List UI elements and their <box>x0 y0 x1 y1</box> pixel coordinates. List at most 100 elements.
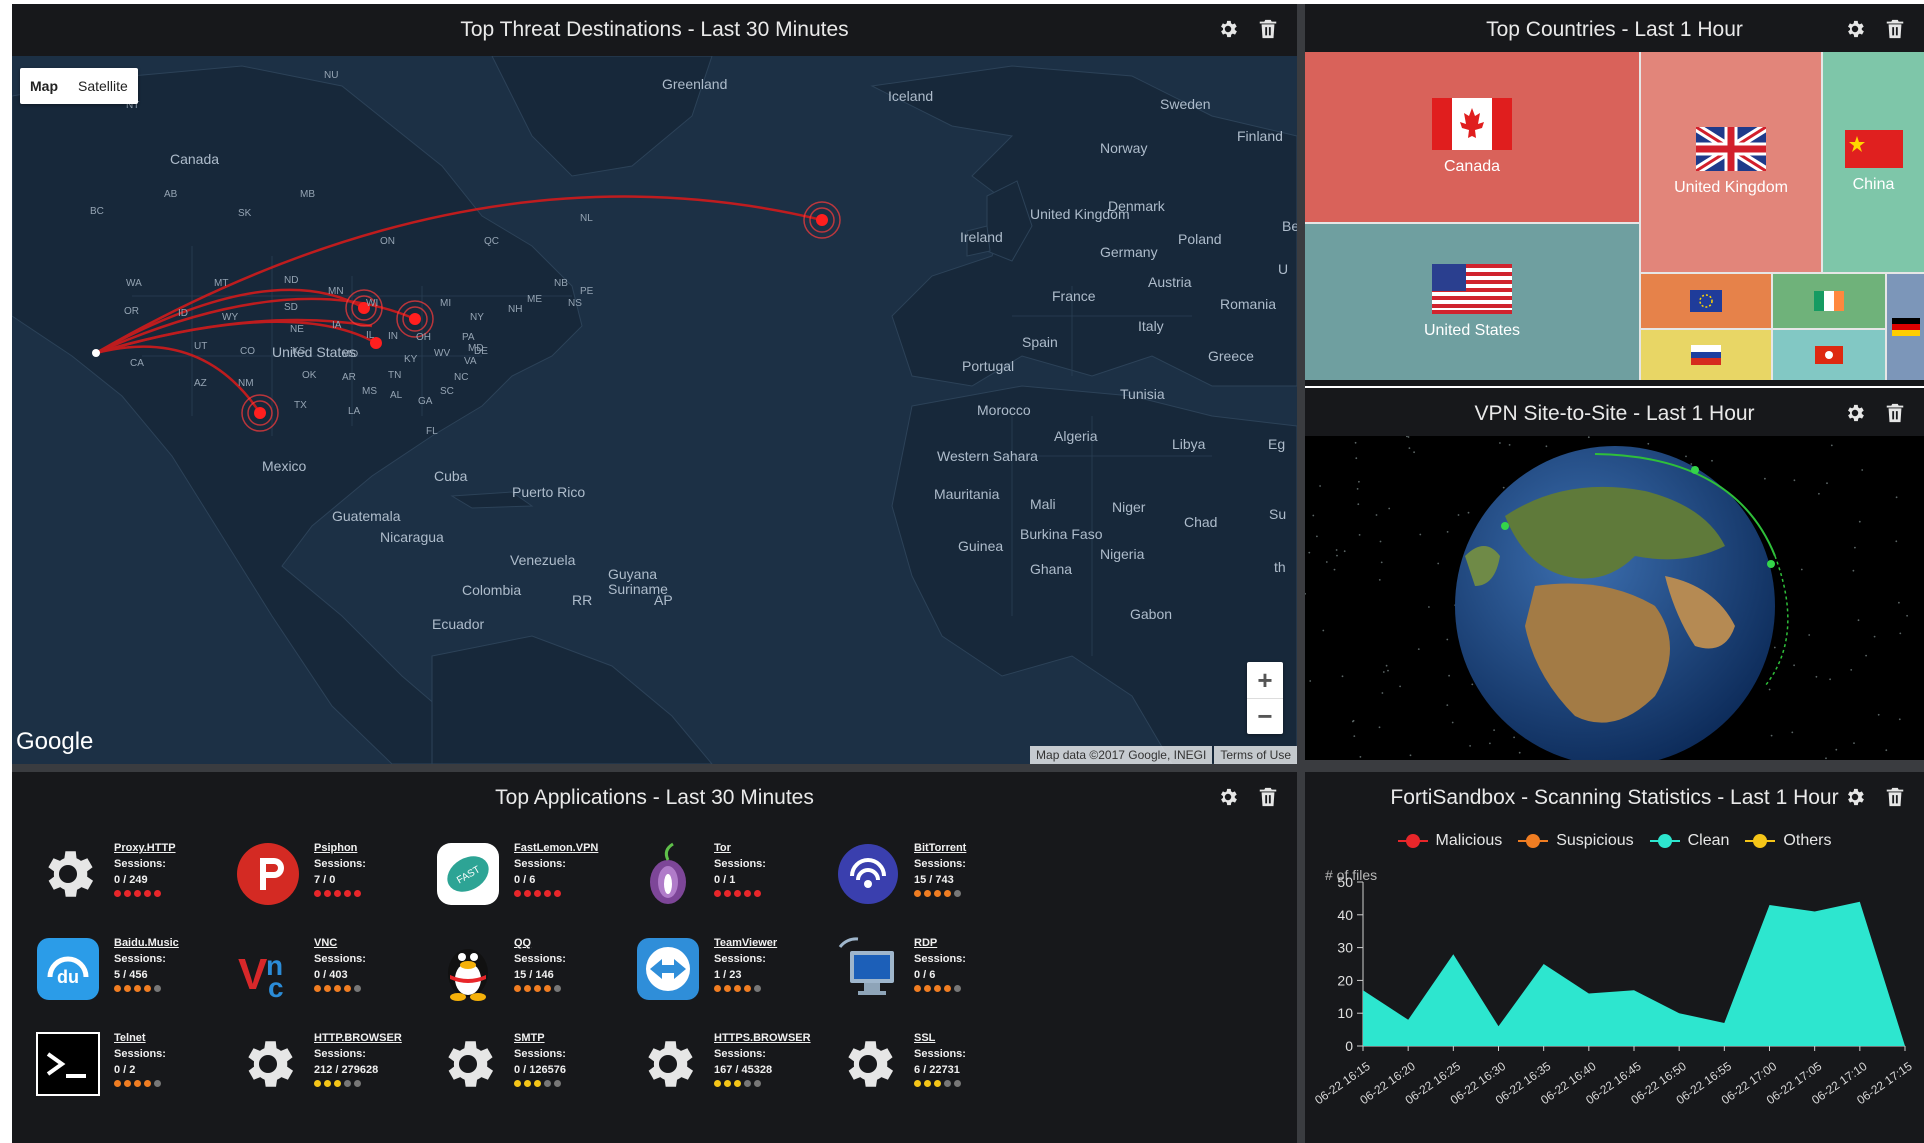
app-sessions-value: 0 / 126576 <box>514 1064 566 1076</box>
treemap-tile-hong-kong[interactable] <box>1773 330 1885 380</box>
map-label: WV <box>434 348 451 359</box>
app-name-link[interactable]: Telnet <box>114 1030 166 1046</box>
gear-icon[interactable] <box>1217 18 1239 40</box>
risk-rating <box>314 890 366 897</box>
trash-icon[interactable] <box>1257 786 1279 808</box>
app-name-link[interactable]: BitTorrent <box>914 840 966 856</box>
trash-icon[interactable] <box>1884 786 1906 808</box>
y-tick-label: 30 <box>1337 940 1353 956</box>
app-name-link[interactable]: HTTPS.BROWSER <box>714 1030 811 1046</box>
panel-divider <box>12 764 1297 772</box>
app-name-link[interactable]: Proxy.HTTP <box>114 840 176 856</box>
map-attribution: Map data ©2017 Google, INEGI Terms of Us… <box>1030 746 1297 764</box>
app-name-link[interactable]: RDP <box>914 935 966 951</box>
app-tile[interactable]: BitTorrent Sessions: 15 / 743 <box>834 840 1074 930</box>
app-name-link[interactable]: Tor <box>714 840 766 856</box>
risk-dot <box>934 1080 941 1087</box>
app-name-link[interactable]: Baidu.Music <box>114 935 179 951</box>
flag-usa-icon <box>1432 264 1512 314</box>
treemap-tile-germany[interactable] <box>1887 274 1924 380</box>
map-type-satellite-button[interactable]: Satellite <box>68 68 138 104</box>
risk-dot <box>934 890 941 897</box>
app-tile[interactable]: SSL Sessions: 6 / 22731 <box>834 1030 1074 1120</box>
risk-rating <box>114 1080 166 1087</box>
gear-icon[interactable] <box>1844 18 1866 40</box>
trash-icon[interactable] <box>1257 18 1279 40</box>
app-name-link[interactable]: QQ <box>514 935 566 951</box>
map-label: MB <box>300 189 315 200</box>
app-sessions-label: Sessions: <box>914 953 966 965</box>
terms-of-use-link[interactable]: Terms of Use <box>1214 746 1297 764</box>
map-label: ND <box>284 275 299 286</box>
trash-icon[interactable] <box>1884 402 1906 424</box>
app-name-link[interactable]: HTTP.BROWSER <box>314 1030 402 1046</box>
gear-icon[interactable] <box>1844 786 1866 808</box>
map-label: UT <box>194 341 208 352</box>
map-label: Greenland <box>662 76 728 92</box>
trash-icon[interactable] <box>1884 18 1906 40</box>
treemap-tile-canada[interactable]: Canada <box>1305 52 1639 222</box>
map-label: Mauritania <box>934 486 1000 502</box>
flag-ireland-icon <box>1814 291 1844 311</box>
risk-dot <box>544 985 551 992</box>
vpn-globe[interactable] <box>1305 436 1924 760</box>
risk-dot <box>124 985 131 992</box>
treemap-tile-china[interactable]: China <box>1823 52 1924 272</box>
map-label: Finland <box>1237 128 1283 144</box>
gear-icon <box>634 1030 702 1098</box>
gear-icon[interactable] <box>1844 402 1866 424</box>
app-name-link[interactable]: Psiphon <box>314 840 366 856</box>
flag-canada-icon <box>1432 98 1512 150</box>
app-info: HTTPS.BROWSER Sessions: 167 / 45328 <box>714 1030 811 1120</box>
flag-eu-icon <box>1690 290 1722 312</box>
gear-icon[interactable] <box>1217 786 1239 808</box>
app-sessions-label: Sessions: <box>714 953 766 965</box>
app-tile[interactable]: RDP Sessions: 0 / 6 <box>834 935 1074 1025</box>
map-type-map-button[interactable]: Map <box>20 68 68 104</box>
risk-dot <box>354 985 361 992</box>
map-label: Guinea <box>958 538 1004 554</box>
flag-uk-icon <box>1696 127 1766 171</box>
zoom-in-button[interactable]: + <box>1247 662 1283 698</box>
scanning-stats-chart[interactable]: # of files0102030405006-22 16:1506-22 16… <box>1305 868 1924 1143</box>
risk-dot <box>554 890 561 897</box>
treemap-tile-ireland[interactable] <box>1773 274 1885 328</box>
map-label: Niger <box>1112 499 1146 515</box>
risk-dot <box>934 985 941 992</box>
legend-item-malicious[interactable]: Malicious <box>1397 832 1502 850</box>
legend-item-suspicious[interactable]: Suspicious <box>1518 832 1634 850</box>
treemap-tile-united-kingdom[interactable]: United Kingdom <box>1641 52 1821 272</box>
app-name-link[interactable]: VNC <box>314 935 366 951</box>
risk-dot <box>514 985 521 992</box>
threat-map[interactable]: Greenland Iceland Sweden Finland Norway Canad… <box>12 56 1297 764</box>
app-info: QQ Sessions: 15 / 146 <box>514 935 566 1025</box>
risk-dot <box>944 985 951 992</box>
risk-dot <box>724 985 731 992</box>
app-name-link[interactable]: SSL <box>914 1030 966 1046</box>
map-label: AL <box>390 390 403 401</box>
risk-dot <box>344 985 351 992</box>
country-name: United States <box>1423 322 1521 339</box>
map-label: NU <box>324 70 339 81</box>
treemap-tile-eu[interactable] <box>1641 274 1771 328</box>
zoom-out-button[interactable]: − <box>1247 698 1283 734</box>
bittorrent-icon <box>834 840 902 908</box>
map-label: SD <box>284 302 298 313</box>
map-label: SK <box>238 208 252 219</box>
app-sessions-label: Sessions: <box>114 953 166 965</box>
app-info: SSL Sessions: 6 / 22731 <box>914 1030 966 1120</box>
app-name-link[interactable]: FastLemon.VPN <box>514 840 598 856</box>
legend-item-clean[interactable]: Clean <box>1649 832 1729 850</box>
map-label: Su <box>1269 506 1287 522</box>
map-label: Belar <box>1282 218 1297 234</box>
legend-item-others[interactable]: Others <box>1745 832 1831 850</box>
app-name-link[interactable]: SMTP <box>514 1030 566 1046</box>
app-name-link[interactable]: TeamViewer <box>714 935 777 951</box>
treemap-tile-united-states[interactable]: United States <box>1305 224 1639 380</box>
app-sessions-value: 167 / 45328 <box>714 1064 773 1076</box>
app-sessions-value: 0 / 6 <box>914 969 936 981</box>
map-label: WI <box>366 298 379 309</box>
chart-legend: Malicious Suspicious Clean Others <box>1305 832 1924 850</box>
treemap-tile-russia[interactable] <box>1641 330 1771 380</box>
app-sessions-value: 15 / 743 <box>914 874 954 886</box>
